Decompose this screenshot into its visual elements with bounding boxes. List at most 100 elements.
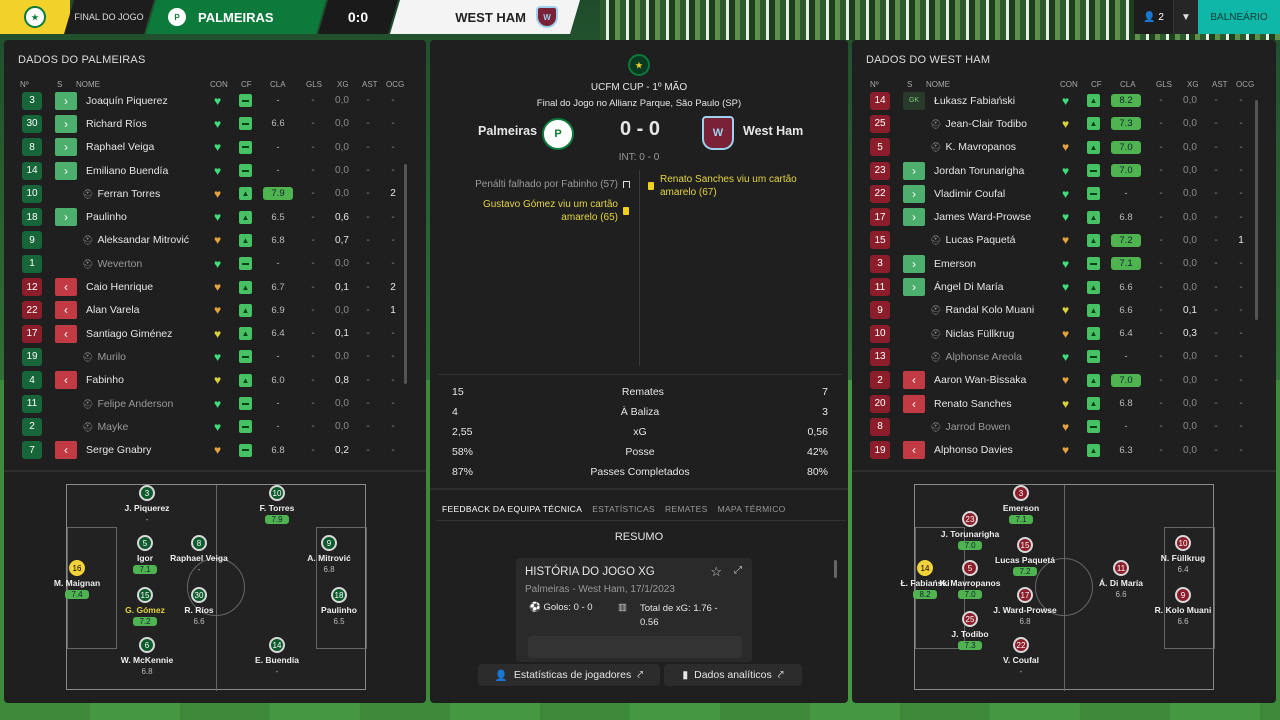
users-button[interactable]: 👤 2 (1134, 0, 1174, 34)
scrollbar[interactable] (1255, 100, 1258, 320)
player-name-text: Joaquín Piquerez (86, 94, 168, 107)
column-header[interactable]: GLS (306, 80, 322, 89)
player-row[interactable]: 8 ⛑ Jarrod Bowen ♥ - - 0,0 - - (870, 415, 1260, 438)
player-stats-button[interactable]: 👤 Estatísticas de jogadores ⤤ (478, 664, 660, 686)
formation-player[interactable]: 9 R. Kolo Muani 6.6 (1143, 587, 1223, 626)
column-header[interactable]: AST (362, 80, 378, 89)
tab[interactable]: ESTATÍSTICAS (592, 504, 655, 514)
player-row[interactable]: 11 ⛑ Felipe Anderson ♥ - - 0,0 - - (22, 392, 412, 415)
column-header[interactable]: NOME (926, 80, 950, 89)
formation-player[interactable]: 8 Raphael Veiga - (159, 535, 239, 574)
player-row[interactable]: 15 ⛑ Lucas Paquetá ♥ ▲ 7.2 - 0,0 - 1 (870, 229, 1260, 252)
analytics-button[interactable]: ▮ Dados analíticos ⤤ (664, 664, 802, 686)
tab[interactable]: FEEDBACK DA EQUIPA TÉCNICA (442, 504, 582, 514)
lounge-button[interactable]: BALNEÁRIO (1198, 0, 1280, 34)
column-header[interactable]: Nº (870, 80, 879, 89)
goals-value: - (1159, 281, 1163, 293)
assists-value: - (1214, 328, 1218, 340)
player-row[interactable]: 11 › Ángel Di María ♥ ▲ 6.6 - 0,0 - - (870, 275, 1260, 298)
chances-value: 2 (390, 281, 396, 293)
away-team-header[interactable]: WEST HAM W (390, 0, 580, 34)
column-header[interactable]: XG (337, 80, 349, 89)
player-row[interactable]: 9 ⛑ Aleksandar Mitrović ♥ ▲ 6.8 - 0,7 - - (22, 229, 412, 252)
player-name: ⛑ Alphonse Areola (930, 351, 1022, 363)
player-row[interactable]: 7 ‹ Serge Gnabry ♥ 6.8 - 0,2 - - (22, 438, 412, 461)
column-header[interactable]: OCG (1236, 80, 1254, 89)
column-header[interactable]: NOME (76, 80, 100, 89)
player-name: Alan Varela (82, 304, 140, 316)
star-icon[interactable]: ☆ (710, 564, 722, 580)
player-row[interactable]: 19 ‹ Alphonso Davies ♥ ▲ 6.3 - 0,0 - - (870, 438, 1260, 461)
goals-value: - (1159, 398, 1163, 409)
player-row[interactable]: 2 ‹ Aaron Wan-Bissaka ♥ ▲ 7.0 - 0,0 - - (870, 369, 1260, 392)
player-row[interactable]: 30 › Richard Ríos ♥ 6.6 - 0,0 - - (22, 112, 412, 135)
player-row[interactable]: 18 › Paulinho ♥ ▲ 6.5 - 0,6 - - (22, 205, 412, 228)
player-row[interactable]: 22 › Vladimir Coufal ♥ - - 0,0 - - (870, 182, 1260, 205)
tab[interactable]: REMATES (665, 504, 708, 514)
column-header[interactable]: CON (210, 80, 228, 89)
player-row[interactable]: 14 GK Łukasz Fabiański ♥ ▲ 8.2 - 0,0 - - (870, 89, 1260, 112)
player-row[interactable]: 10 ⛑ Niclas Füllkrug ♥ ▲ 6.4 - 0,3 - - (870, 322, 1260, 345)
formation-player[interactable]: 22 V. Coufal - (981, 637, 1061, 676)
player-row[interactable]: 4 ‹ Fabinho ♥ ▲ 6.0 - 0,8 - - (22, 369, 412, 392)
player-row[interactable]: 5 ⛑ K. Mavropanos ♥ ▲ 7.0 - 0,0 - - (870, 136, 1260, 159)
formation-player[interactable]: 14 E. Buendía - (237, 637, 317, 676)
player-row[interactable]: 17 ‹ Santiago Giménez ♥ ▲ 6.4 - 0,1 - - (22, 322, 412, 345)
player-name: V. Coufal (1002, 655, 1040, 665)
player-row[interactable]: 8 › Raphael Veiga ♥ - - 0,0 - - (22, 136, 412, 159)
match-fitness-icon (239, 397, 252, 410)
xg-story-card[interactable]: HISTÓRIA DO JOGO XG ☆ ⤢ Palmeiras - West… (516, 558, 752, 662)
player-row[interactable]: 3 › Joaquín Piquerez ♥ - - 0,0 - - (22, 89, 412, 112)
column-header[interactable]: CF (1091, 80, 1102, 89)
column-header[interactable]: S (57, 80, 62, 89)
column-header[interactable]: S (907, 80, 912, 89)
player-row[interactable]: 2 ⛑ Mayke ♥ - - 0,0 - - (22, 415, 412, 438)
player-row[interactable]: 17 › James Ward-Prowse ♥ ▲ 6.8 - 0,0 - - (870, 205, 1260, 228)
home-team-header[interactable]: P PALMEIRAS (146, 0, 326, 34)
player-number-badge: 3 (1013, 485, 1029, 501)
player-row[interactable]: 3 › Emerson ♥ 7.1 - 0,0 - - (870, 252, 1260, 275)
rating: 7.0 (1111, 164, 1141, 178)
player-row[interactable]: 23 › Jordan Torunarigha ♥ 7.0 - 0,0 - - (870, 159, 1260, 182)
formation-player[interactable]: 6 W. McKennie 6.8 (107, 637, 187, 676)
player-row[interactable]: 14 › Emiliano Buendía ♥ - - 0,0 - - (22, 159, 412, 182)
match-fitness-icon: ▲ (239, 280, 252, 294)
player-row[interactable]: 20 ‹ Renato Sanches ♥ ▲ 6.8 - 0,0 - - (870, 392, 1260, 415)
formation-player[interactable]: 18 Paulinho 6.5 (299, 587, 379, 626)
formation-player[interactable]: 9 A. Mitrović 6.8 (289, 535, 369, 574)
column-header[interactable]: CLA (270, 80, 286, 89)
tab[interactable]: MAPA TÉRMICO (718, 504, 786, 514)
person-icon: 👤 (494, 669, 508, 682)
column-header[interactable]: OCG (386, 80, 404, 89)
formation-player[interactable]: 30 R. Ríos 6.6 (159, 587, 239, 626)
formation-player[interactable]: 10 N. Füllkrug 6.4 (1143, 535, 1223, 574)
player-row[interactable]: 22 ‹ Alan Varela ♥ ▲ 6.9 - 0,0 - 1 (22, 299, 412, 322)
formation-player[interactable]: 10 F. Torres 7.9 (237, 485, 317, 524)
expand-icon[interactable]: ⤢ (734, 565, 742, 576)
column-header[interactable]: CLA (1120, 80, 1136, 89)
player-name: James Ward-Prowse (930, 211, 1031, 223)
player-row[interactable]: 12 ‹ Caio Henrique ♥ ▲ 6.7 - 0,1 - 2 (22, 275, 412, 298)
scrollbar[interactable] (834, 560, 837, 578)
column-header[interactable]: Nº (20, 80, 29, 89)
player-number-badge: 10 (1175, 535, 1191, 551)
column-header[interactable]: AST (1212, 80, 1228, 89)
condition-heart-icon: ♥ (1062, 210, 1070, 225)
column-header[interactable]: GLS (1156, 80, 1172, 89)
scrollbar[interactable] (404, 164, 407, 384)
player-row[interactable]: 19 ⛑ Murilo ♥ - - 0,0 - - (22, 345, 412, 368)
player-row[interactable]: 1 ⛑ Weverton ♥ - - 0,0 - - (22, 252, 412, 275)
panel-title: DADOS DO PALMEIRAS (18, 54, 146, 66)
player-row[interactable]: 25 ⛑ Jean-Clair Todibo ♥ ▲ 7.3 - 0,0 - - (870, 112, 1260, 135)
chevron-down-icon[interactable]: ▼ (1174, 0, 1198, 34)
sub-in-icon: › (55, 91, 77, 110)
player-row[interactable]: 10 ⛑ Ferran Torres ♥ ▲ 7.9 - 0,0 - 2 (22, 182, 412, 205)
player-row[interactable]: 9 ⛑ Randal Kolo Muani ♥ ▲ 6.6 - 0,1 - - (870, 299, 1260, 322)
stat-away: 0,56 (807, 426, 828, 438)
column-header[interactable]: XG (1187, 80, 1199, 89)
player-row[interactable]: 13 ⛑ Alphonse Areola ♥ - - 0,0 - - (870, 345, 1260, 368)
formation-player[interactable]: 3 J. Piquerez - (107, 485, 187, 524)
column-header[interactable]: CON (1060, 80, 1078, 89)
column-header[interactable]: CF (241, 80, 252, 89)
chances-value: - (1239, 398, 1243, 409)
